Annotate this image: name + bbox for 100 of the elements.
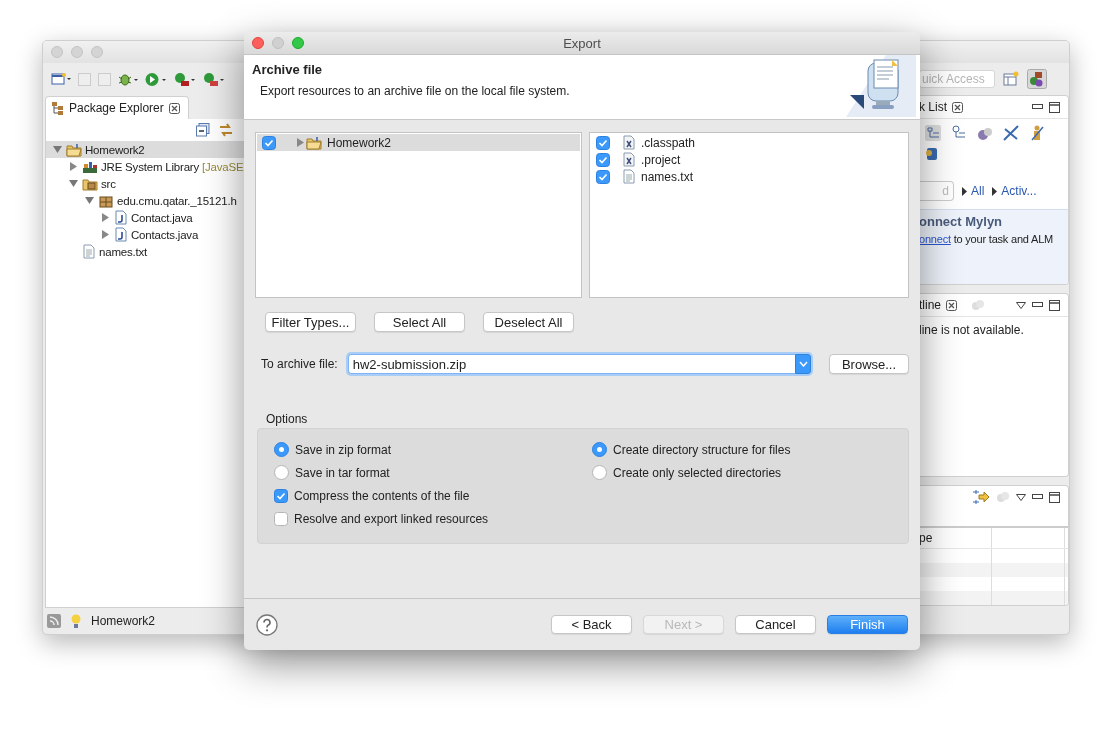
connect-link[interactable]: onnect — [919, 233, 951, 245]
option-label: Create directory structure for files — [613, 442, 791, 457]
option-label: Resolve and export linked resources — [294, 511, 489, 526]
tree-row[interactable]: Homework2 — [46, 141, 244, 158]
resource-row[interactable]: Homework2 — [257, 134, 580, 151]
hide-icon[interactable] — [1003, 125, 1019, 141]
tree-row[interactable]: Contacts.java — [46, 226, 244, 243]
perspective-icon[interactable] — [1003, 71, 1019, 87]
browse-button[interactable]: Browse... — [829, 354, 909, 374]
collapsed-arrow-icon[interactable] — [69, 162, 78, 171]
tree-label: src — [101, 177, 116, 190]
radio-button[interactable] — [592, 465, 607, 480]
outline-message: line is not available. — [919, 322, 1025, 337]
help-icon[interactable] — [256, 613, 278, 636]
tree-row[interactable]: edu.cmu.qatar._15121.h — [46, 192, 244, 209]
dropdown-button[interactable] — [795, 354, 811, 374]
file-label: names.txt — [641, 169, 694, 184]
import-icon[interactable] — [972, 489, 990, 505]
status-text: Homework2 — [91, 614, 156, 628]
minimize-icon[interactable] — [1032, 302, 1043, 308]
page-description: Export resources to an archive file on the local file system. — [260, 84, 570, 98]
collapsed-arrow-icon[interactable] — [101, 230, 110, 239]
expanded-arrow-icon[interactable] — [53, 145, 62, 154]
wizard-button[interactable]: Cancel — [735, 615, 816, 634]
close-window-button[interactable] — [252, 37, 264, 49]
package-explorer-tab[interactable]: Package Explorer — [45, 96, 189, 119]
collapsed-arrow-icon[interactable] — [101, 213, 110, 222]
package-folder-icon — [82, 176, 98, 191]
maximize-icon[interactable] — [1049, 491, 1060, 503]
selection-button[interactable]: Select All — [374, 312, 465, 332]
tree-label: Contacts.java — [131, 228, 199, 241]
expand-arrow-icon[interactable] — [992, 186, 998, 196]
selected-radio-button[interactable] — [592, 442, 607, 457]
bug-icon[interactable] — [118, 71, 138, 87]
file-label: .project — [641, 152, 681, 167]
checked-checkbox[interactable] — [596, 135, 610, 150]
books-icon — [82, 159, 98, 174]
option-label: Compress the contents of the file — [294, 488, 470, 503]
chevron-down-icon[interactable] — [798, 361, 808, 367]
tree-label: names.txt — [99, 245, 148, 258]
xml-file-icon — [622, 135, 636, 150]
expand-arrow-icon[interactable] — [962, 186, 967, 196]
tree-row[interactable]: Contact.java — [46, 209, 244, 226]
checked-checkbox[interactable] — [274, 488, 288, 503]
maximize-icon[interactable] — [1049, 299, 1060, 311]
window-title: Export — [563, 35, 601, 51]
dropdown-menu-icon[interactable] — [1016, 493, 1026, 501]
option-label: Save in zip format — [295, 442, 392, 457]
run-icon[interactable] — [145, 71, 167, 87]
selection-button[interactable]: Deselect All — [483, 312, 574, 332]
new-icon[interactable] — [51, 72, 71, 86]
minimize-icon[interactable] — [1032, 494, 1043, 500]
java-perspective-icon[interactable] — [1027, 69, 1047, 89]
text-file-icon — [82, 244, 96, 259]
tree-label: Contact.java — [131, 211, 193, 224]
close-icon[interactable] — [946, 299, 957, 311]
dropdown-menu-icon[interactable] — [1016, 301, 1026, 309]
package-explorer-icon — [52, 101, 64, 115]
checkbox[interactable] — [274, 511, 288, 526]
close-icon[interactable] — [952, 101, 963, 113]
close-icon[interactable] — [168, 102, 180, 114]
selected-radio-button[interactable] — [274, 442, 289, 457]
lightbulb-icon — [71, 613, 81, 629]
option-label: Create only selected directories — [613, 465, 782, 480]
radio-button[interactable] — [274, 465, 289, 480]
tree-row[interactable]: JRE System Library [JavaSE — [46, 158, 244, 175]
checked-checkbox[interactable] — [596, 169, 610, 184]
options-label: Options — [266, 412, 309, 426]
wizard-button[interactable]: < Back — [551, 615, 632, 634]
filter-link[interactable]: Activ... — [1001, 184, 1037, 198]
collapse-all-icon[interactable] — [196, 123, 210, 137]
expanded-arrow-icon[interactable] — [85, 196, 94, 205]
package-icon — [98, 193, 114, 208]
checked-checkbox[interactable] — [262, 135, 276, 150]
java-file-icon — [114, 210, 128, 225]
xml-file-icon — [622, 152, 636, 167]
filter-link[interactable]: All — [971, 184, 985, 198]
zoom-window-button[interactable] — [292, 37, 304, 49]
expanded-arrow-icon[interactable] — [69, 179, 78, 188]
outline-tab[interactable]: tline — [919, 298, 965, 312]
tree-row[interactable]: names.txt — [46, 243, 244, 260]
link-editor-icon[interactable] — [218, 123, 234, 137]
page-title: Archive file — [252, 62, 324, 77]
text-file-icon — [622, 169, 636, 184]
tree-label: Homework2 — [85, 143, 145, 156]
task-list-tab[interactable]: k List — [919, 100, 971, 114]
collapsed-arrow-icon[interactable] — [296, 138, 305, 147]
person-icon[interactable] — [1029, 125, 1045, 141]
maximize-icon[interactable] — [1049, 101, 1060, 113]
selection-button[interactable]: Filter Types... — [265, 312, 356, 332]
tree-row[interactable]: src — [46, 175, 244, 192]
group-icon[interactable] — [977, 126, 993, 140]
tree-label: edu.cmu.qatar._15121.h — [117, 194, 237, 207]
tab-label: Package Explorer — [69, 101, 164, 115]
feed-icon[interactable] — [47, 614, 61, 628]
archive-file-field[interactable]: hw2-submission.zip — [347, 354, 795, 374]
tab-label: tline — [919, 298, 941, 312]
resource-label: Homework2 — [327, 135, 392, 150]
checked-checkbox[interactable] — [596, 152, 610, 167]
minimize-icon[interactable] — [1032, 104, 1043, 110]
